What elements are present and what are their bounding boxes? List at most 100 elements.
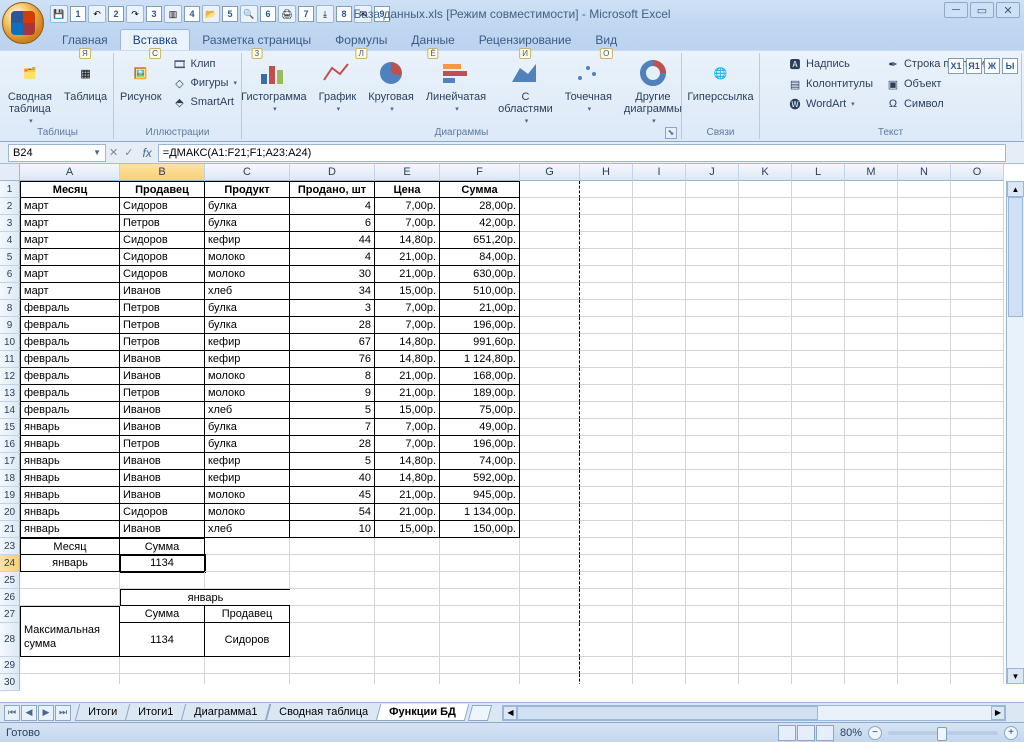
cell-N18[interactable] — [898, 470, 951, 487]
cell-A16[interactable]: январь — [20, 436, 120, 453]
cell-C4[interactable]: кефир — [205, 232, 290, 249]
cell-B11[interactable]: Иванов — [120, 351, 205, 368]
cell-O17[interactable] — [951, 453, 1004, 470]
cell-K18[interactable] — [739, 470, 792, 487]
cell-E13[interactable]: 21,00р. — [375, 385, 440, 402]
cell-E23[interactable] — [375, 538, 440, 555]
cell-H3[interactable] — [580, 215, 633, 232]
tab-view[interactable]: ВидО — [583, 30, 629, 50]
cell-H23[interactable] — [580, 538, 633, 555]
row-header-21[interactable]: 21 — [0, 521, 20, 538]
other-charts-button[interactable]: Другие диаграммы — [620, 55, 686, 127]
cell-O25[interactable] — [951, 572, 1004, 589]
cell-N6[interactable] — [898, 266, 951, 283]
cell-A7[interactable]: март — [20, 283, 120, 300]
cell-L8[interactable] — [792, 300, 845, 317]
cell-D11[interactable]: 76 — [290, 351, 375, 368]
row-header-20[interactable]: 20 — [0, 504, 20, 521]
cell-L6[interactable] — [792, 266, 845, 283]
qat-save-icon[interactable]: 💾 — [50, 5, 68, 23]
cell-I18[interactable] — [633, 470, 686, 487]
cell-H20[interactable] — [580, 504, 633, 521]
sheet-tab-4[interactable]: Функции БД — [375, 704, 468, 721]
cell-B24[interactable]: 1134 — [120, 555, 205, 572]
cell-N12[interactable] — [898, 368, 951, 385]
qat-box-4[interactable]: 4 — [184, 6, 200, 22]
qat-box-8[interactable]: 8 — [336, 6, 352, 22]
cell-B7[interactable]: Иванов — [120, 283, 205, 300]
cell-M16[interactable] — [845, 436, 898, 453]
cell-L4[interactable] — [792, 232, 845, 249]
tab-insert[interactable]: ВставкаС — [120, 29, 191, 50]
cell-A3[interactable]: март — [20, 215, 120, 232]
cell-E30[interactable] — [375, 674, 440, 684]
row-header-13[interactable]: 13 — [0, 385, 20, 402]
cell-G25[interactable] — [520, 572, 580, 589]
cancel-icon[interactable]: ✕ — [109, 146, 118, 159]
cell-H17[interactable] — [580, 453, 633, 470]
cell-L19[interactable] — [792, 487, 845, 504]
close-button[interactable]: ✕ — [996, 2, 1020, 18]
cell-J15[interactable] — [686, 419, 739, 436]
row-header-30[interactable]: 30 — [0, 674, 20, 691]
qat-sort-icon[interactable]: ⤓ — [316, 5, 334, 23]
cell-C23[interactable] — [205, 538, 290, 555]
cell-D30[interactable] — [290, 674, 375, 684]
cell-D7[interactable]: 34 — [290, 283, 375, 300]
cell-K20[interactable] — [739, 504, 792, 521]
cell-C19[interactable]: молоко — [205, 487, 290, 504]
cell-M25[interactable] — [845, 572, 898, 589]
cell-F18[interactable]: 592,00р. — [440, 470, 520, 487]
cell-L9[interactable] — [792, 317, 845, 334]
cell-J16[interactable] — [686, 436, 739, 453]
cell-A11[interactable]: февраль — [20, 351, 120, 368]
cell-O28[interactable] — [951, 623, 1004, 657]
cell-H25[interactable] — [580, 572, 633, 589]
cell-E18[interactable]: 14,80р. — [375, 470, 440, 487]
cell-F9[interactable]: 196,00р. — [440, 317, 520, 334]
col-header-O[interactable]: O — [951, 164, 1004, 181]
cell-O23[interactable] — [951, 538, 1004, 555]
cell-B30[interactable] — [120, 674, 205, 684]
col-header-J[interactable]: J — [686, 164, 739, 181]
pivot-table-button[interactable]: 🗂️ Сводная таблица — [4, 55, 56, 127]
cell-A27[interactable] — [20, 606, 120, 623]
cell-D4[interactable]: 44 — [290, 232, 375, 249]
cell-N11[interactable] — [898, 351, 951, 368]
cell-O27[interactable] — [951, 606, 1004, 623]
tab-data[interactable]: ДанныеЁ — [399, 30, 466, 50]
row-header-16[interactable]: 16 — [0, 436, 20, 453]
cell-A28[interactable]: Максимальная сумма — [20, 623, 120, 657]
cell-J4[interactable] — [686, 232, 739, 249]
cell-G10[interactable] — [520, 334, 580, 351]
cell-I12[interactable] — [633, 368, 686, 385]
cell-G9[interactable] — [520, 317, 580, 334]
cell-O2[interactable] — [951, 198, 1004, 215]
cell-G1[interactable] — [520, 181, 580, 198]
col-header-K[interactable]: K — [739, 164, 792, 181]
cell-F19[interactable]: 945,00р. — [440, 487, 520, 504]
cell-N5[interactable] — [898, 249, 951, 266]
cell-B10[interactable]: Петров — [120, 334, 205, 351]
cell-I25[interactable] — [633, 572, 686, 589]
cell-M1[interactable] — [845, 181, 898, 198]
cell-H9[interactable] — [580, 317, 633, 334]
cell-M19[interactable] — [845, 487, 898, 504]
cell-N10[interactable] — [898, 334, 951, 351]
cell-A25[interactable] — [20, 572, 120, 589]
qat-box-2[interactable]: 2 — [108, 6, 124, 22]
sheet-tab-2[interactable]: Диаграмма1 — [181, 704, 271, 721]
cell-G8[interactable] — [520, 300, 580, 317]
cell-G11[interactable] — [520, 351, 580, 368]
cell-E11[interactable]: 14,80р. — [375, 351, 440, 368]
tab-nav-next[interactable]: ▶ — [38, 705, 54, 721]
cell-F29[interactable] — [440, 657, 520, 674]
cell-M17[interactable] — [845, 453, 898, 470]
cell-I1[interactable] — [633, 181, 686, 198]
cell-O29[interactable] — [951, 657, 1004, 674]
cell-J19[interactable] — [686, 487, 739, 504]
cell-A24[interactable]: январь — [20, 555, 120, 572]
cell-M21[interactable] — [845, 521, 898, 538]
cell-A13[interactable]: февраль — [20, 385, 120, 402]
column-chart-button[interactable]: Гистограмма — [237, 55, 311, 115]
